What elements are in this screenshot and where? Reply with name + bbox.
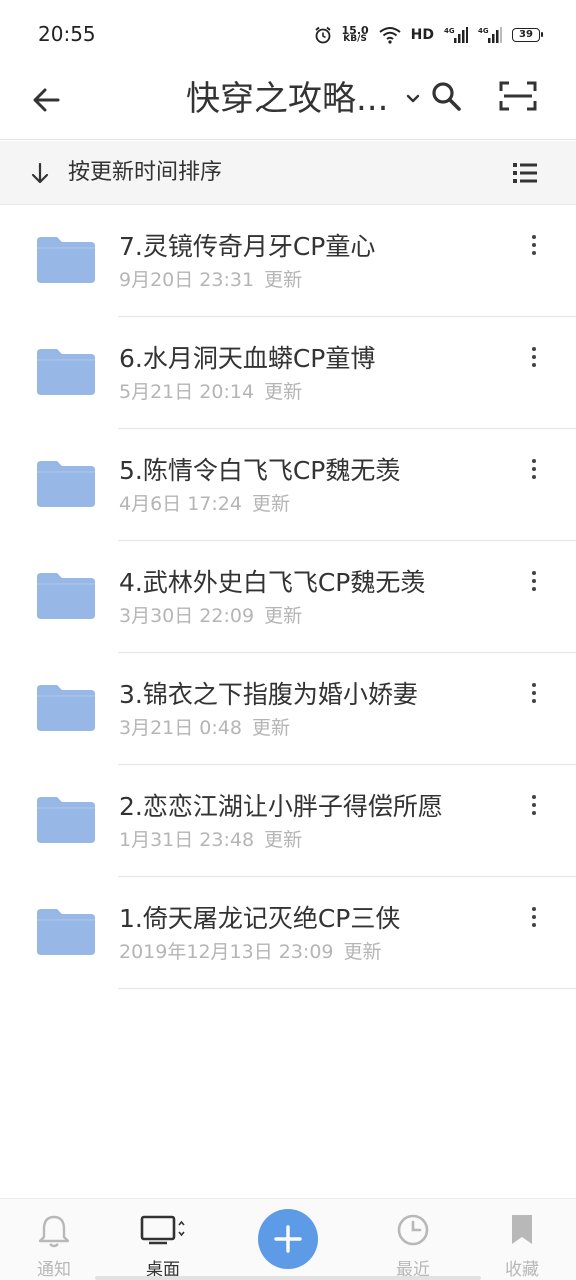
signal-sim1-icon: 4G	[444, 27, 468, 43]
file-meta: 9月20日 23:31 更新	[119, 267, 302, 293]
list-view-icon[interactable]	[510, 159, 540, 187]
more-options-button[interactable]	[522, 903, 546, 931]
home-indicator	[95, 1276, 481, 1280]
chevron-down-icon[interactable]	[402, 87, 424, 109]
file-meta: 5月21日 20:14 更新	[119, 379, 302, 405]
status-icons: 15.0 KB/S HD 4G 4G 39	[314, 22, 543, 48]
file-status: 更新	[251, 493, 290, 515]
nav-desktop[interactable]: 桌面	[118, 1199, 208, 1280]
nav-favorites[interactable]: 收藏	[477, 1199, 567, 1280]
more-options-button[interactable]	[522, 231, 546, 259]
add-button[interactable]	[258, 1209, 318, 1269]
folder-icon	[37, 461, 95, 507]
file-meta: 3月30日 22:09 更新	[119, 603, 302, 629]
scan-button[interactable]	[496, 76, 540, 116]
alarm-icon	[314, 26, 331, 44]
file-meta: 3月21日 0:48 更新	[119, 715, 290, 741]
more-options-button[interactable]	[522, 679, 546, 707]
nav-notify[interactable]: 通知	[9, 1199, 99, 1280]
folder-icon	[37, 573, 95, 619]
arrow-left-icon	[33, 88, 60, 112]
list-item[interactable]: 3.锦衣之下指腹为婚小娇妻 3月21日 0:48 更新	[0, 653, 576, 765]
search-button[interactable]	[426, 76, 466, 116]
list-item[interactable]: 1.倚天屠龙记灭绝CP三侠 2019年12月13日 23:09 更新	[0, 877, 576, 989]
status-bar: 20:55 15.0 KB/S HD 4G 4G 39	[0, 0, 576, 70]
bell-icon	[38, 1215, 70, 1248]
scan-icon	[499, 81, 537, 111]
list-item[interactable]: 4.武林外史白飞飞CP魏无羡 3月30日 22:09 更新	[0, 541, 576, 653]
more-vertical-icon	[532, 795, 536, 799]
more-vertical-icon	[532, 347, 536, 351]
app-bar: 快穿之攻略...	[0, 70, 576, 140]
more-options-button[interactable]	[522, 343, 546, 371]
list-item[interactable]: 2.恋恋江湖让小胖子得偿所愿 1月31日 23:48 更新	[0, 765, 576, 877]
sim1-label: 4G	[444, 27, 455, 35]
folder-icon	[37, 909, 95, 955]
more-options-button[interactable]	[522, 455, 546, 483]
file-list: 7.灵镜传奇月牙CP童心 9月20日 23:31 更新 6.水月洞天血蟒CP童博 …	[0, 205, 576, 989]
file-meta: 4月6日 17:24 更新	[119, 491, 290, 517]
nav-recent[interactable]: 最近	[368, 1199, 458, 1280]
sim2-label: 4G	[478, 27, 489, 35]
network-speed: 15.0 KB/S	[342, 25, 369, 44]
sort-arrow-down-icon	[31, 162, 49, 184]
file-name[interactable]: 5.陈情令白飞飞CP魏无羡	[119, 453, 400, 489]
more-vertical-icon	[532, 459, 536, 463]
more-options-button[interactable]	[522, 791, 546, 819]
bottom-nav: 通知 桌面 最近 收藏	[0, 1198, 576, 1280]
file-name[interactable]: 7.灵镜传奇月牙CP童心	[119, 229, 375, 265]
battery-indicator: 39	[512, 28, 543, 42]
network-speed-unit: KB/S	[343, 34, 367, 44]
status-time: 20:55	[38, 22, 96, 46]
more-vertical-icon	[532, 683, 536, 687]
bookmark-icon	[512, 1215, 532, 1244]
file-meta: 1月31日 23:48 更新	[119, 827, 302, 853]
file-name[interactable]: 2.恋恋江湖让小胖子得偿所愿	[119, 789, 443, 825]
file-status: 更新	[251, 717, 290, 739]
file-date: 1月31日 23:48	[119, 829, 255, 851]
signal-sim2-icon: 4G	[478, 27, 502, 43]
file-status: 更新	[264, 381, 303, 403]
file-status: 更新	[264, 829, 303, 851]
clock-icon	[397, 1214, 429, 1246]
file-name[interactable]: 6.水月洞天血蟒CP童博	[119, 341, 375, 377]
list-item[interactable]: 5.陈情令白飞飞CP魏无羡 4月6日 17:24 更新	[0, 429, 576, 541]
sort-label[interactable]: 按更新时间排序	[68, 159, 222, 187]
file-date: 4月6日 17:24	[119, 493, 242, 515]
file-name[interactable]: 3.锦衣之下指腹为婚小娇妻	[119, 677, 418, 713]
nav-label-notify: 通知	[37, 1260, 71, 1280]
list-item[interactable]: 7.灵镜传奇月牙CP童心 9月20日 23:31 更新	[0, 205, 576, 317]
file-date: 9月20日 23:31	[119, 269, 255, 291]
list-item[interactable]: 6.水月洞天血蟒CP童博 5月21日 20:14 更新	[0, 317, 576, 429]
file-date: 5月21日 20:14	[119, 381, 255, 403]
page-title[interactable]: 快穿之攻略...	[186, 74, 388, 124]
more-vertical-icon	[532, 907, 536, 911]
folder-icon	[37, 349, 95, 395]
wifi-icon	[379, 27, 401, 44]
more-vertical-icon	[532, 235, 536, 239]
file-status: 更新	[343, 941, 382, 963]
search-icon	[432, 82, 461, 111]
file-name[interactable]: 4.武林外史白飞飞CP魏无羡	[119, 565, 425, 601]
more-vertical-icon	[532, 571, 536, 575]
folder-icon	[37, 237, 95, 283]
sort-bar[interactable]: 按更新时间排序	[0, 141, 576, 205]
nav-label-favorites: 收藏	[505, 1260, 539, 1280]
desktop-icon	[140, 1215, 185, 1245]
file-date: 2019年12月13日 23:09	[119, 941, 334, 963]
divider	[118, 988, 576, 989]
plus-icon	[274, 1225, 302, 1253]
folder-icon	[37, 685, 95, 731]
more-options-button[interactable]	[522, 567, 546, 595]
file-date: 3月30日 22:09	[119, 605, 255, 627]
back-button[interactable]	[26, 80, 66, 120]
file-status: 更新	[264, 269, 303, 291]
hd-label: HD	[410, 27, 434, 43]
file-date: 3月21日 0:48	[119, 717, 242, 739]
file-name[interactable]: 1.倚天屠龙记灭绝CP三侠	[119, 901, 400, 937]
file-status: 更新	[264, 605, 303, 627]
file-meta: 2019年12月13日 23:09 更新	[119, 939, 382, 965]
folder-icon	[37, 797, 95, 843]
